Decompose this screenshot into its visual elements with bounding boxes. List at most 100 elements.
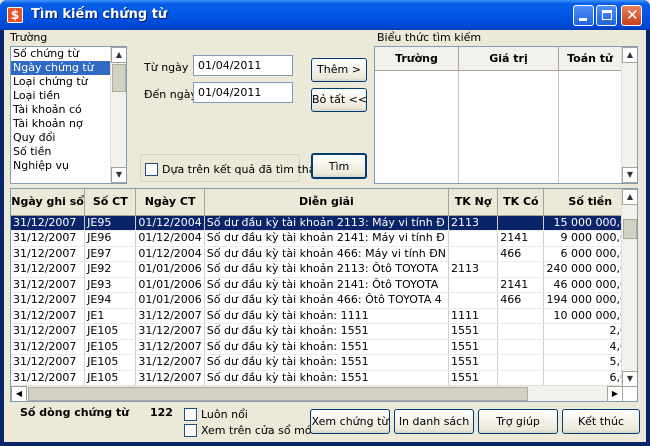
criteria-col-value[interactable]: Giá trị xyxy=(459,47,559,71)
results-header-row: Ngày ghi sổ Số CT Ngày CT Diễn giải TK N… xyxy=(11,189,637,216)
table-row[interactable]: 31/12/2007 JE95 01/12/2004 Số dư đầu kỳ tài… xyxy=(11,215,637,231)
refine-checkbox-row[interactable]: Dựa trên kết quả đã tìm thấy xyxy=(145,163,322,176)
field-list-item[interactable]: Nghiệp vụ xyxy=(11,159,126,173)
from-date-input[interactable]: 01/04/2011 xyxy=(193,55,293,76)
field-list-item[interactable]: Số chứng từ xyxy=(11,47,126,61)
criteria-body[interactable] xyxy=(375,71,622,183)
scroll-thumb[interactable] xyxy=(28,387,528,401)
table-cell: Số dư đầu kỳ tài khoản: 1551 xyxy=(204,354,449,371)
add-criteria-button[interactable]: Thêm > xyxy=(311,58,367,82)
table-cell: 1551 xyxy=(448,323,499,340)
scroll-up-icon[interactable]: ▲ xyxy=(622,189,637,205)
view-voucher-button[interactable]: Xem chứng từ xyxy=(310,409,390,434)
row-count-label: Số dòng chứng từ xyxy=(20,406,130,419)
scroll-down-icon[interactable]: ▼ xyxy=(622,371,637,387)
results-grid[interactable]: Ngày ghi sổ Số CT Ngày CT Diễn giải TK N… xyxy=(10,188,638,402)
table-cell: 31/12/2007 xyxy=(135,308,205,324)
table-row[interactable]: 31/12/2007 JE97 01/12/2004 Số dư đầu kỳ tài… xyxy=(11,246,637,262)
view-in-new-window-row[interactable]: Xem trên cửa sổ mới xyxy=(184,424,315,437)
scroll-thumb[interactable] xyxy=(112,64,126,92)
table-cell: Số dư đầu kỳ tài khoản: 1551 xyxy=(204,323,449,340)
table-cell: 31/12/2007 xyxy=(11,230,86,247)
table-cell: 466 xyxy=(497,292,545,309)
always-on-top-row[interactable]: Luôn nổi xyxy=(184,408,248,421)
table-row[interactable]: 31/12/2007 JE105 31/12/2007 Số dư đầu kỳ tà… xyxy=(11,323,637,340)
table-cell: 2113 xyxy=(448,215,499,231)
table-cell xyxy=(497,370,545,386)
results-table: Ngày ghi sổ Số CT Ngày CT Diễn giải TK N… xyxy=(11,189,637,386)
help-button[interactable]: Trợ giúp xyxy=(478,409,558,434)
table-cell: Số dư đầu kỳ tài khoản: 1551 xyxy=(204,370,449,386)
criteria-scrollbar[interactable]: ▲ ▼ xyxy=(621,47,637,183)
criteria-col-field[interactable]: Trường xyxy=(375,47,459,71)
always-on-top-checkbox[interactable] xyxy=(184,408,197,421)
table-row[interactable]: 31/12/2007 JE92 01/01/2006 Số dư đầu kỳ tài… xyxy=(11,261,637,278)
table-cell: 1551 xyxy=(448,370,499,386)
minimize-button[interactable] xyxy=(573,5,594,26)
table-row[interactable]: 31/12/2007 JE94 01/01/2006 Số dư đầu kỳ tài… xyxy=(11,292,637,309)
table-cell: Số dư đầu kỳ tài khoản 2141: Máy vi tính… xyxy=(204,230,449,247)
close-button[interactable]: ✕ xyxy=(621,5,642,26)
table-row[interactable]: 31/12/2007 JE96 01/12/2004 Số dư đầu kỳ tài… xyxy=(11,230,637,247)
criteria-col-line xyxy=(459,71,559,183)
field-list-item[interactable]: Tài khoản có xyxy=(11,103,126,117)
table-cell: 31/12/2007 xyxy=(11,215,86,231)
table-row[interactable]: 31/12/2007 JE105 31/12/2007 Số dư đầu kỳ tà… xyxy=(11,354,637,371)
table-cell: Số dư đầu kỳ tài khoản 466: Ôtô TOYOTA 4 xyxy=(204,292,449,309)
col-credit-account[interactable]: TK Có xyxy=(497,189,545,216)
results-hscrollbar[interactable]: ◀ ▶ xyxy=(11,385,623,401)
table-cell: Số dư đầu kỳ tài khoản: 1111 xyxy=(204,308,449,324)
results-vscrollbar[interactable]: ▲ ▼ xyxy=(621,189,637,387)
scroll-thumb[interactable] xyxy=(623,219,637,239)
table-cell: Số dư đầu kỳ tài khoản 466: Máy vi tính … xyxy=(204,246,449,262)
to-date-input[interactable]: 01/04/2011 xyxy=(193,82,293,103)
table-cell: 2141 xyxy=(497,277,545,293)
search-button[interactable]: Tìm xyxy=(311,153,367,179)
scroll-right-icon[interactable]: ▶ xyxy=(607,386,623,401)
scroll-up-icon[interactable]: ▲ xyxy=(622,47,637,63)
table-cell: JE105 xyxy=(84,370,137,386)
refine-checkbox[interactable] xyxy=(145,163,158,176)
print-list-button[interactable]: In danh sách xyxy=(394,409,474,434)
scroll-down-icon[interactable]: ▼ xyxy=(622,167,637,183)
close-dialog-button[interactable]: Kết thúc xyxy=(562,409,640,434)
table-cell xyxy=(497,261,545,278)
criteria-header: Trường Giá trị Toán tử xyxy=(375,47,622,71)
scroll-up-icon[interactable]: ▲ xyxy=(111,47,126,63)
scroll-down-icon[interactable]: ▼ xyxy=(111,167,126,183)
remove-all-button[interactable]: Bỏ tất << xyxy=(311,88,367,112)
table-cell xyxy=(497,308,545,324)
refine-checkbox-label: Dựa trên kết quả đã tìm thấy xyxy=(162,163,322,176)
fields-scrollbar[interactable]: ▲ ▼ xyxy=(110,47,126,183)
table-row[interactable]: 31/12/2007 JE1 31/12/2007 Số dư đầu kỳ tài … xyxy=(11,308,637,324)
title-bar[interactable]: $ Tìm kiếm chứng từ ✕ xyxy=(0,0,650,30)
field-list-item[interactable]: Loại tiền xyxy=(11,89,126,103)
table-row[interactable]: 31/12/2007 JE105 31/12/2007 Số dư đầu kỳ tà… xyxy=(11,339,637,355)
table-row[interactable]: 31/12/2007 JE93 01/01/2006 Số dư đầu kỳ tài… xyxy=(11,277,637,293)
field-list-item[interactable]: Loại chứng từ xyxy=(11,75,126,89)
view-in-new-window-checkbox[interactable] xyxy=(184,424,197,437)
field-list-item[interactable]: Số tiền xyxy=(11,145,126,159)
table-cell: 31/12/2007 xyxy=(11,339,86,355)
col-voucher-no[interactable]: Số CT xyxy=(84,189,137,216)
field-list-item[interactable]: Quy đổi xyxy=(11,131,126,145)
col-description[interactable]: Diễn giải xyxy=(204,189,449,216)
table-cell: 31/12/2007 xyxy=(11,354,86,371)
maximize-button[interactable] xyxy=(596,5,617,26)
col-debit-account[interactable]: TK Nợ xyxy=(448,189,499,216)
table-cell: JE94 xyxy=(84,292,137,309)
table-cell: 01/12/2004 xyxy=(135,215,205,231)
field-list-item[interactable]: Ngày chứng từ xyxy=(11,61,126,75)
table-cell: 31/12/2007 xyxy=(11,277,86,293)
field-list-item[interactable]: Tài khoản nợ xyxy=(11,117,126,131)
table-cell: 1551 xyxy=(448,339,499,355)
table-cell: 31/12/2007 xyxy=(11,261,86,278)
criteria-col-operator[interactable]: Toán tử xyxy=(559,47,622,71)
criteria-grid[interactable]: Trường Giá trị Toán tử ▲ ▼ xyxy=(374,46,638,184)
col-posting-date[interactable]: Ngày ghi sổ xyxy=(11,189,86,216)
scroll-left-icon[interactable]: ◀ xyxy=(11,386,27,401)
always-on-top-label: Luôn nổi xyxy=(201,408,248,421)
table-row[interactable]: 31/12/2007 JE105 31/12/2007 Số dư đầu kỳ tà… xyxy=(11,370,637,386)
fields-listbox[interactable]: Số chứng từ Ngày chứng từ Loại chứng từ Loạ… xyxy=(10,46,127,184)
col-voucher-date[interactable]: Ngày CT xyxy=(135,189,205,216)
